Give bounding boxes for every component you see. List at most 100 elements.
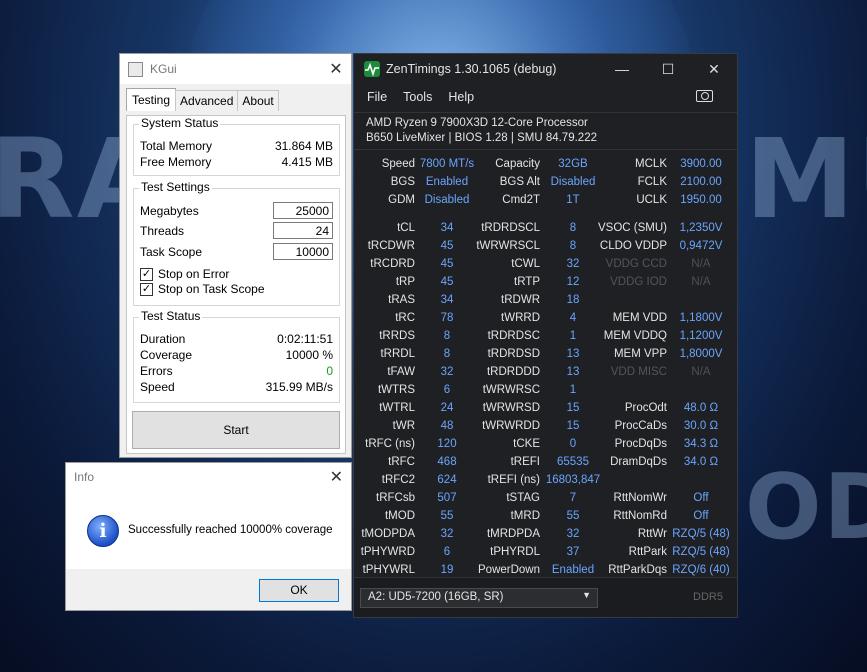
timing-label-tphywrd: tPHYWRD — [360, 546, 415, 558]
kgui-app-icon — [128, 61, 143, 77]
timing-label-fclk: FCLK — [637, 176, 667, 188]
timing-label-rttparkdqs: RttParkDqs — [608, 564, 667, 576]
timing-label-rttpark: RttPark — [628, 546, 667, 558]
timing-label-tstag: tSTAG — [506, 492, 540, 504]
kgui-titlebar: KGui ✕ — [120, 54, 351, 84]
menu-tools[interactable]: Tools — [403, 90, 432, 104]
stop-on-task-scope-checkbox[interactable]: ✓ Stop on Task Scope — [140, 282, 265, 296]
timing-value-rttpark: RZQ/5 (48) — [672, 546, 730, 558]
timing-value-rttwr: RZQ/5 (48) — [672, 528, 730, 540]
wallpaper-text-bottom: ODE — [745, 455, 867, 560]
ok-button[interactable]: OK — [259, 579, 339, 602]
timing-value-mclk: 3900.00 — [680, 158, 722, 170]
total-memory-value: 31.864 MB — [274, 139, 333, 153]
timing-label-trdrdsc: tRDRDSC — [487, 330, 540, 342]
timing-label-tmod: tMOD — [384, 510, 415, 522]
menu-file[interactable]: File — [367, 90, 387, 104]
timing-label-trc: tRC — [395, 312, 415, 324]
wallpaper-text-right: MU — [745, 115, 867, 243]
free-memory-label: Free Memory — [140, 155, 212, 169]
timing-label-tcke: tCKE — [513, 438, 540, 450]
timing-value-cldo-vddp: 0,9472V — [679, 240, 723, 252]
tab-advanced[interactable]: Advanced — [175, 90, 239, 111]
timing-label-procdqds: ProcDqDs — [614, 438, 667, 450]
cpu-name: AMD Ryzen 9 7900X3D 12-Core Processor — [366, 117, 588, 129]
timing-label-mem-vdd: MEM VDD — [612, 312, 667, 324]
timing-label-trfcsb: tRFCsb — [376, 492, 415, 504]
timing-label-tphyrdl: tPHYRDL — [490, 546, 540, 558]
zen-footer: A2: UD5-7200 (16GB, SR) ▼ DDR5 — [354, 577, 737, 617]
timing-label-trrdl: tRRDL — [380, 348, 415, 360]
timing-label-trcdwr: tRCDWR — [367, 240, 415, 252]
timing-label-twr: tWR — [392, 420, 415, 432]
timing-label-twrwrdd: tWRWRDD — [482, 420, 540, 432]
checkbox-checked-icon: ✓ — [140, 267, 153, 281]
timing-value-proccads: 30.0 Ω — [683, 420, 719, 432]
timing-label-tmrdpda: tMRDPDA — [486, 528, 540, 540]
maximize-button[interactable]: ☐ — [645, 61, 691, 78]
timing-label-twrrd: tWRRD — [501, 312, 540, 324]
timing-label-proccads: ProcCaDs — [614, 420, 667, 432]
timing-label-twtrs: tWTRS — [377, 384, 415, 396]
ddr-type-label: DDR5 — [693, 591, 723, 603]
dimm-select[interactable]: A2: UD5-7200 (16GB, SR) ▼ — [360, 588, 598, 608]
tab-about[interactable]: About — [237, 90, 279, 111]
timing-label-gdm: GDM — [388, 194, 415, 206]
timing-label-trdrdscl: tRDRDSCL — [481, 222, 540, 234]
info-message: Successfully reached 10000% coverage — [128, 524, 333, 536]
checkbox-checked-icon: ✓ — [140, 282, 153, 296]
total-memory-row: Total Memory 31.864 MB — [140, 139, 333, 153]
tab-testing[interactable]: Testing — [126, 88, 177, 111]
menu-help[interactable]: Help — [448, 90, 474, 104]
system-info: AMD Ryzen 9 7900X3D 12-Core Processor B6… — [354, 112, 737, 150]
timing-label-procodt: ProcOdt — [624, 402, 667, 414]
stop-on-error-checkbox[interactable]: ✓ Stop on Error — [140, 267, 229, 281]
timing-value-dramdqds: 34.0 Ω — [683, 456, 719, 468]
timing-label-bgs: BGS — [390, 176, 415, 188]
timing-label-speed: Speed — [381, 158, 415, 170]
timing-value-vddg-ccd: N/A — [691, 258, 711, 270]
duration-label: Duration — [140, 332, 186, 346]
timing-label-rttwr: RttWr — [637, 528, 667, 540]
coverage-label: Coverage — [140, 348, 193, 362]
timing-value-vdd-misc: N/A — [691, 366, 711, 378]
timing-label-twrwrsc: tWRWRSC — [482, 384, 540, 396]
zentimings-window: ZenTimings 1.30.1065 (debug) — ☐ ✕ File … — [353, 53, 738, 618]
timing-label-trcdrd: tRCDRD — [370, 258, 415, 270]
timing-value-twrwrsc: 1 — [569, 384, 577, 396]
system-status-title: System Status — [139, 116, 221, 130]
kgui-close-button[interactable]: ✕ — [321, 59, 351, 79]
timing-label-tfaw: tFAW — [387, 366, 415, 378]
stop-on-error-label: Stop on Error — [158, 267, 230, 281]
speed-label: Speed — [140, 380, 175, 394]
timing-label-rttnomwr: RttNomWr — [613, 492, 667, 504]
timing-label-trefi-ns: tREFI (ns) — [487, 474, 540, 486]
timing-label-trdrddd: tRDRDDD — [486, 366, 540, 378]
timing-label-trfc: tRFC — [388, 456, 415, 468]
kgui-tabs: Testing Advanced About — [126, 88, 351, 111]
stop-on-task-scope-label: Stop on Task Scope — [158, 282, 265, 296]
chevron-down-icon: ▼ — [582, 590, 591, 600]
timing-label-twrwrscl: tWRWRSCL — [476, 240, 540, 252]
megabytes-label: Megabytes — [140, 204, 199, 218]
timing-value-fclk: 2100.00 — [680, 176, 722, 188]
timing-label-tras: tRAS — [388, 294, 415, 306]
timing-value-mem-vdd: 1,1800V — [679, 312, 723, 324]
timing-label-trefi: tREFI — [510, 456, 540, 468]
timing-value-trdwr: 18 — [566, 294, 580, 306]
timing-label-cmd2t: Cmd2T — [502, 194, 540, 206]
info-icon: i — [87, 515, 119, 547]
timing-label-trtp: tRTP — [514, 276, 540, 288]
zen-menubar: File Tools Help — [354, 84, 737, 110]
timing-label-vdd-misc: VDD MISC — [610, 366, 667, 378]
minimize-button[interactable]: — — [599, 61, 645, 77]
timing-label-rttnomrd: RttNomRd — [613, 510, 667, 522]
timing-label-trfc-ns: tRFC (ns) — [365, 438, 415, 450]
close-button[interactable]: ✕ — [691, 61, 737, 78]
screenshot-camera-icon[interactable] — [696, 90, 713, 102]
timing-label-trfc2: tRFC2 — [381, 474, 415, 486]
timing-value-vddg-iod: N/A — [691, 276, 711, 288]
timing-label-trp: tRP — [395, 276, 415, 288]
timing-value-mem-vpp: 1,8000V — [679, 348, 723, 360]
timing-label-tcwl: tCWL — [511, 258, 540, 270]
